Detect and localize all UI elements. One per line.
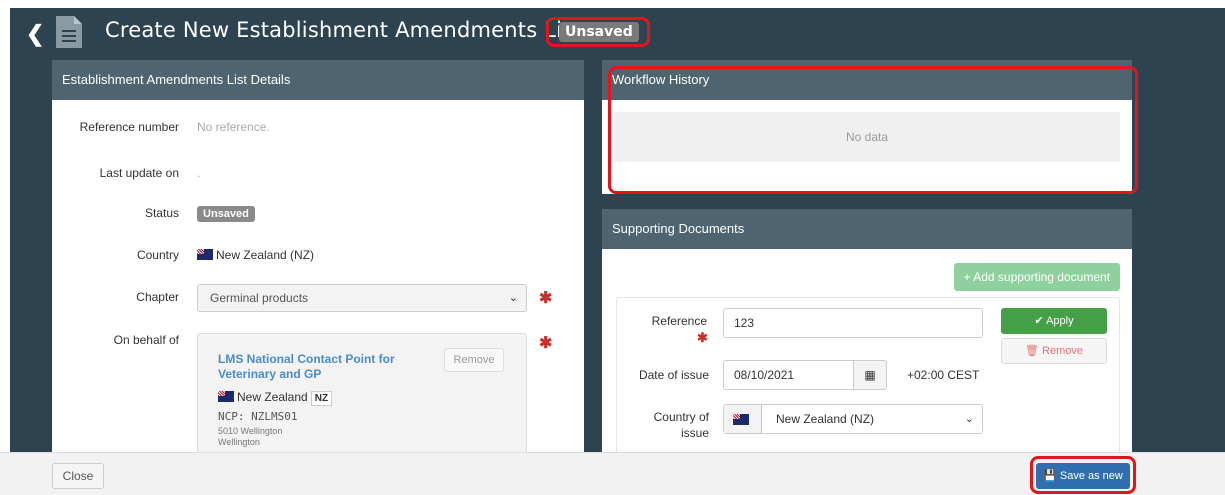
date-of-issue-input[interactable]: 08/10/2021 bbox=[723, 360, 854, 390]
remove-button[interactable]: 🗑 Remove bbox=[1001, 338, 1107, 364]
app-window: ❮ Create New Establishment Amendments Li… bbox=[10, 8, 1225, 495]
behalf-country-code: NZ bbox=[310, 391, 333, 406]
chapter-label: Chapter bbox=[136, 290, 179, 304]
chapter-select[interactable]: Germinal products ⌄ bbox=[197, 284, 527, 312]
supporting-docs-title: Supporting Documents bbox=[602, 209, 1132, 249]
page-title: Create New Establishment Amendments List bbox=[105, 18, 582, 42]
last-update-value: . bbox=[197, 166, 201, 180]
doc-reference-label: Reference bbox=[651, 314, 707, 328]
behalf-remove-button[interactable]: Remove bbox=[444, 348, 504, 372]
chapter-select-value: Germinal products bbox=[210, 291, 309, 305]
behalf-address-line1: 5010 Wellington bbox=[218, 426, 283, 436]
status-label: Status bbox=[144, 206, 179, 220]
behalf-country: New Zealand NZ bbox=[218, 390, 333, 406]
nz-flag-icon bbox=[197, 249, 213, 260]
nz-flag-icon bbox=[218, 391, 234, 402]
required-icon: ✱ bbox=[539, 290, 553, 307]
behalf-address-line2: Wellington bbox=[218, 437, 260, 447]
apply-button[interactable]: ✔ Apply bbox=[1001, 308, 1107, 334]
page-header: ❮ Create New Establishment Amendments Li… bbox=[10, 8, 1225, 56]
workflow-panel-title: Workflow History bbox=[602, 60, 1132, 100]
last-update-label: Last update on bbox=[99, 166, 179, 180]
country-label: Country bbox=[136, 248, 179, 262]
close-button[interactable]: Close bbox=[52, 463, 104, 489]
footer-bar: Close 💾 Save as new bbox=[0, 452, 1225, 495]
save-as-new-button[interactable]: 💾 Save as new bbox=[1036, 463, 1130, 489]
country-value: New Zealand (NZ) bbox=[216, 248, 315, 262]
doc-reference-input[interactable]: 123 bbox=[723, 308, 983, 338]
details-panel: Establishment Amendments List Details Re… bbox=[52, 60, 584, 490]
status-badge: Unsaved bbox=[559, 22, 639, 42]
document-icon bbox=[56, 16, 82, 48]
add-supporting-document-button[interactable]: + Add supporting document bbox=[953, 263, 1120, 291]
timezone-label: +02:00 CEST bbox=[907, 368, 980, 382]
country-of-issue-value: New Zealand (NZ) bbox=[776, 412, 875, 426]
behalf-ncp: NCP: NZLMS01 bbox=[218, 410, 298, 423]
behalf-label: On behalf of bbox=[113, 333, 179, 347]
calendar-icon[interactable]: ▦ bbox=[853, 360, 887, 390]
back-arrow-icon[interactable]: ❮ bbox=[26, 22, 46, 46]
date-of-issue-label: Date of issue bbox=[638, 368, 709, 382]
chevron-down-icon: ⌄ bbox=[964, 413, 974, 425]
status-value-badge: Unsaved bbox=[197, 206, 255, 222]
chevron-down-icon: ⌄ bbox=[508, 292, 518, 304]
required-icon: ✱ bbox=[539, 335, 553, 352]
required-icon: ✱ bbox=[697, 330, 708, 345]
country-of-issue-select[interactable]: New Zealand (NZ) ⌄ bbox=[723, 404, 983, 434]
reference-label: Reference number bbox=[79, 120, 179, 134]
country-of-issue-label-2: issue bbox=[680, 426, 709, 440]
nz-flag-icon bbox=[733, 414, 749, 425]
workflow-panel: Workflow History No data bbox=[602, 60, 1132, 194]
country-of-issue-label-1: Country of bbox=[653, 410, 709, 424]
reference-value: No reference. bbox=[197, 120, 270, 134]
details-panel-title: Establishment Amendments List Details bbox=[52, 60, 584, 100]
workflow-empty: No data bbox=[614, 112, 1120, 162]
behalf-name-link[interactable]: LMS National Contact Point for Veterinar… bbox=[218, 352, 418, 382]
behalf-country-name: New Zealand bbox=[237, 390, 308, 404]
